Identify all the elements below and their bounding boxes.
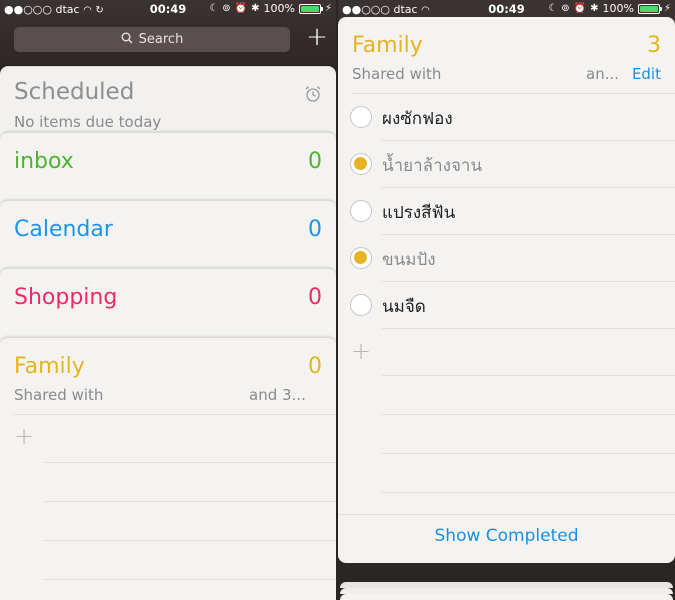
divider [338, 514, 675, 515]
divider [382, 414, 675, 415]
list-title: Shopping [14, 285, 118, 310]
complete-checkbox[interactable] [350, 200, 372, 222]
reminder-text[interactable]: นมจืด [382, 293, 426, 320]
reminder-text[interactable]: ขนมปัง [382, 246, 436, 273]
search-icon [121, 32, 133, 48]
list-count: 0 [308, 354, 322, 379]
show-completed-button[interactable]: Show Completed [338, 526, 675, 546]
moon-icon: ☾ [548, 3, 558, 14]
list-count: 0 [308, 149, 322, 174]
charging-icon: ⚡ [663, 3, 671, 14]
reminder-item[interactable]: ขนมปัง [338, 235, 675, 282]
reminder-text[interactable]: ผงซักฟอง [382, 105, 453, 132]
moon-icon: ☾ [209, 3, 219, 14]
lists-overview-screen: ●●○○○ dtac ◠ ↻ 00:49 ☾ ⊚ ⏰ ✱ 100% ⚡ Sear… [0, 0, 336, 600]
battery-icon [637, 3, 662, 14]
battery-icon [298, 3, 323, 14]
complete-checkbox[interactable] [350, 294, 372, 316]
scheduled-subtitle: No items due today [14, 113, 162, 131]
shared-with-label: Shared with [352, 65, 442, 83]
divider [382, 453, 675, 454]
rotation-lock-icon: ⊚ [561, 3, 570, 14]
shared-members-label[interactable]: an... [586, 65, 619, 83]
list-title: Family [14, 354, 85, 379]
rotation-lock-icon: ⊚ [222, 3, 231, 14]
add-list-button[interactable]: + [306, 24, 328, 50]
status-bar: ●●○○○ dtac ◠ ↻ 00:49 ☾ ⊚ ⏰ ✱ 100% ⚡ [0, 0, 336, 20]
bluetooth-icon: ✱ [590, 3, 599, 14]
stacked-list-edge[interactable] [340, 594, 673, 600]
divider [44, 579, 336, 580]
list-count: 0 [308, 217, 322, 242]
list-card-shopping[interactable]: Shopping 0 [0, 268, 336, 348]
list-title: inbox [14, 149, 74, 174]
list-count: 3 [647, 33, 661, 58]
complete-checkbox[interactable] [350, 153, 372, 175]
reminder-item[interactable]: น้ำยาล้างจาน [338, 141, 675, 188]
reminder-item[interactable]: แปรงสีฟัน [338, 188, 675, 235]
add-item-icon[interactable]: + [14, 422, 34, 450]
alarm-clock-icon [304, 85, 322, 107]
list-card-family[interactable]: Family 0 Shared with and 3... + [0, 337, 336, 600]
battery-percent: 100% [602, 2, 634, 15]
shared-with-label: Shared with [14, 386, 104, 404]
divider [14, 414, 336, 415]
divider [44, 462, 336, 463]
battery-percent: 100% [263, 2, 295, 15]
edit-button[interactable]: Edit [632, 65, 661, 83]
list-title: Family [352, 33, 423, 58]
search-field[interactable]: Search [14, 27, 290, 52]
reminder-text[interactable]: แปรงสีฟัน [382, 199, 455, 226]
shared-members-label: and 3... [249, 386, 306, 404]
list-title: Calendar [14, 217, 113, 242]
bluetooth-icon: ✱ [251, 3, 260, 14]
add-item-icon[interactable]: + [351, 337, 371, 365]
reminder-item[interactable]: นมจืด [338, 282, 675, 329]
divider [44, 540, 336, 541]
family-list-screen: ●●○○○ dtac ◠ 00:49 ☾ ⊚ ⏰ ✱ 100% ⚡ Family… [338, 0, 675, 600]
divider [44, 501, 336, 502]
alarm-icon: ⏰ [573, 3, 587, 14]
complete-checkbox[interactable] [350, 106, 372, 128]
alarm-icon: ⏰ [234, 3, 248, 14]
charging-icon: ⚡ [324, 3, 332, 14]
divider [382, 375, 675, 376]
reminder-item[interactable]: ผงซักฟอง [338, 94, 675, 141]
family-list-card: Family 3 Shared with an... Edit ผงซักฟอง… [338, 17, 675, 563]
divider [382, 328, 675, 329]
list-count: 0 [308, 285, 322, 310]
reminder-text[interactable]: น้ำยาล้างจาน [382, 152, 482, 179]
search-placeholder: Search [138, 32, 184, 47]
divider [382, 492, 675, 493]
complete-checkbox[interactable] [350, 247, 372, 269]
scheduled-title: Scheduled [14, 79, 135, 105]
